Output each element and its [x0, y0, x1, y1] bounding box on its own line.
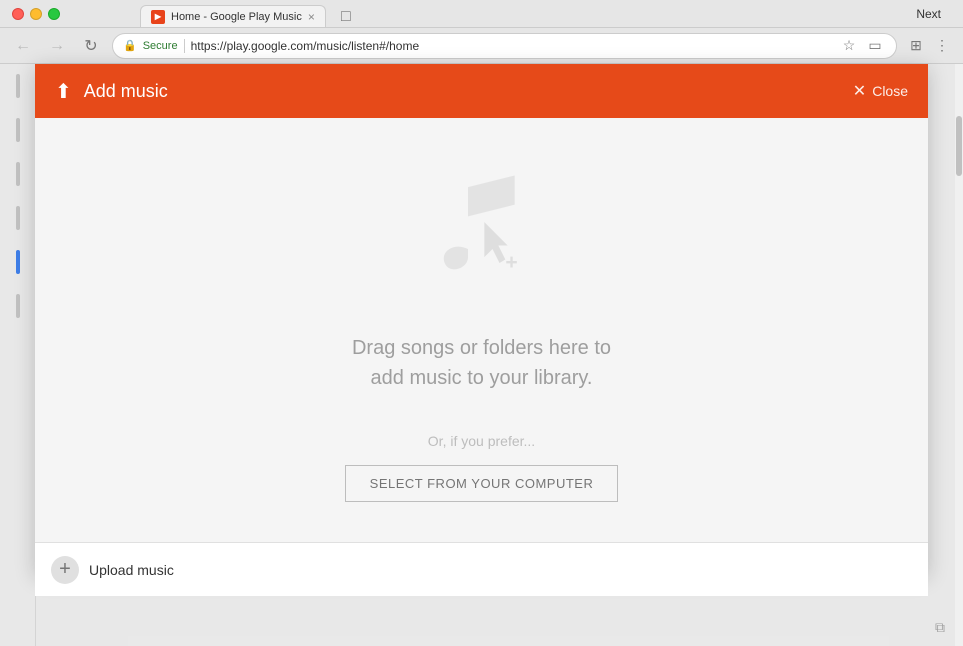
music-icon-container: + [422, 158, 542, 303]
add-music-modal: ⬆ Add music ✕ Close + [35, 64, 928, 574]
secure-icon: 🔒 [123, 39, 137, 52]
browser-content: ⬆ Add music ✕ Close + [0, 64, 963, 646]
maximize-window-button[interactable] [48, 8, 60, 20]
url-text: https://play.google.com/music/listen#/ho… [191, 39, 832, 53]
drag-text-line1: Drag songs or folders here to [352, 333, 611, 363]
add-icon: + [59, 558, 71, 581]
upload-music-label: Upload music [89, 562, 174, 578]
back-button[interactable]: ← [10, 33, 36, 59]
modal-body: + Drag songs or folders here to add musi… [35, 118, 928, 542]
music-note-icon: + [422, 158, 542, 298]
puzzle-icon[interactable]: ⊞ [905, 35, 927, 57]
bottom-bar: + Upload music ⧉ [35, 542, 928, 596]
scrollbar-thumb[interactable] [956, 116, 962, 176]
modal-overlay: ⬆ Add music ✕ Close + [0, 64, 963, 646]
close-x-icon: ✕ [853, 81, 866, 101]
add-circle-button[interactable]: + [51, 556, 79, 584]
new-tab-button[interactable]: □ [332, 7, 360, 27]
close-window-button[interactable] [12, 8, 24, 20]
modal-header: ⬆ Add music ✕ Close [35, 64, 928, 118]
browser-tab[interactable]: ▶ Home - Google Play Music × [140, 5, 326, 27]
minimize-window-button[interactable] [30, 8, 42, 20]
address-bar: ← → ↻ 🔒 Secure https://play.google.com/m… [0, 28, 963, 64]
tab-title: Home - Google Play Music [171, 11, 302, 23]
divider [184, 39, 185, 53]
upload-header-icon: ⬆ [55, 79, 72, 104]
next-button[interactable]: Next [906, 7, 951, 21]
toolbar-icons: ⊞ ⋮ [905, 35, 953, 57]
select-from-computer-button[interactable]: SELECT FROM YOUR COMPUTER [345, 465, 619, 502]
address-actions: ☆ ▭ [838, 35, 886, 57]
title-bar: ▶ Home - Google Play Music × □ Next [0, 0, 963, 28]
close-label: Close [872, 83, 908, 99]
secure-label: Secure [143, 40, 178, 52]
close-modal-button[interactable]: ✕ Close [853, 81, 908, 101]
or-prefer-text: Or, if you prefer... [428, 433, 535, 449]
tab-bar: ▶ Home - Google Play Music × □ [60, 0, 906, 27]
svg-text:+: + [505, 251, 517, 274]
modal-title: Add music [84, 81, 853, 102]
bookmark-star-icon[interactable]: ☆ [838, 35, 860, 57]
external-link-icon[interactable]: ⧉ [935, 619, 945, 636]
drag-text: Drag songs or folders here to add music … [352, 333, 611, 393]
refresh-button[interactable]: ↻ [78, 33, 104, 59]
tab-favicon: ▶ [151, 10, 165, 24]
forward-button[interactable]: → [44, 33, 70, 59]
more-icon[interactable]: ⋮ [931, 35, 953, 57]
traffic-lights [12, 8, 60, 20]
cast-icon[interactable]: ▭ [864, 35, 886, 57]
scrollbar[interactable] [955, 64, 963, 646]
address-input[interactable]: 🔒 Secure https://play.google.com/music/l… [112, 33, 897, 59]
tab-close-button[interactable]: × [308, 11, 315, 23]
drag-text-line2: add music to your library. [352, 363, 611, 393]
